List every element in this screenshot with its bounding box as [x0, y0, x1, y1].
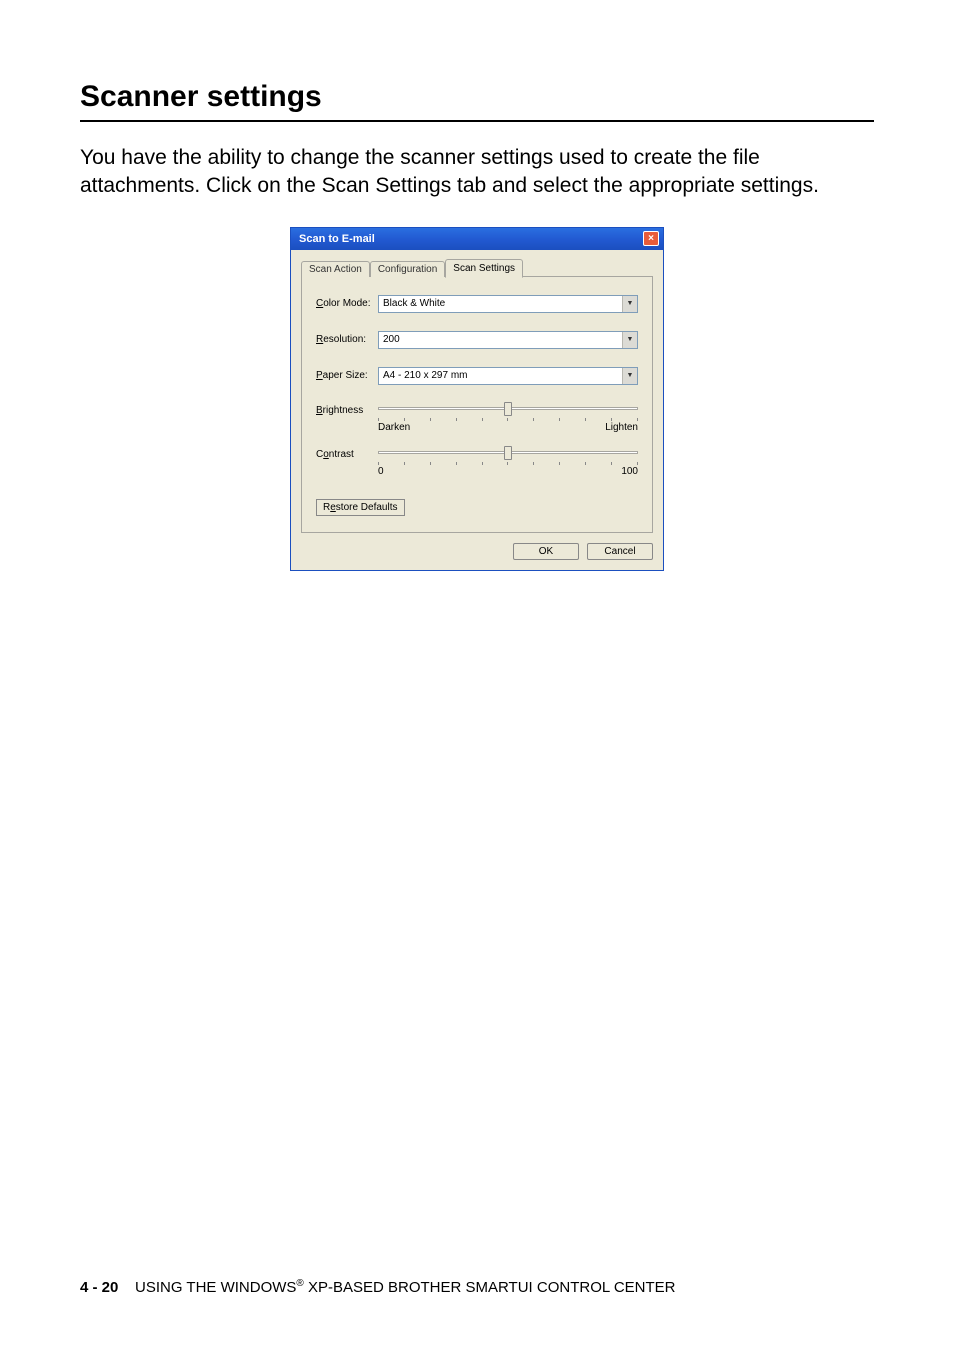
tab-strip: Scan Action Configuration Scan Settings [301, 259, 653, 277]
slider-ticks [378, 462, 638, 465]
brightness-max-label: Lighten [605, 422, 638, 433]
registered-mark: ® [296, 1278, 303, 1289]
contrast-slider[interactable] [378, 447, 638, 461]
resolution-value: 200 [383, 334, 400, 345]
contrast-label: Contrast [316, 447, 378, 477]
restore-defaults-button[interactable]: Restore Defaults [316, 499, 405, 516]
cancel-button[interactable]: Cancel [587, 543, 653, 560]
color-mode-select[interactable]: Black & White ▼ [378, 295, 638, 313]
section-heading: Scanner settings [80, 80, 874, 114]
body-paragraph: You have the ability to change the scann… [80, 144, 874, 201]
tab-panel-scan-settings: Color Mode: Black & White ▼ Resolution: … [301, 276, 653, 533]
contrast-max-label: 100 [621, 466, 638, 477]
brightness-min-label: Darken [378, 422, 410, 433]
tab-configuration[interactable]: Configuration [370, 261, 445, 277]
close-icon[interactable]: × [643, 231, 659, 246]
footer-text-before: USING THE WINDOWS [135, 1279, 296, 1296]
dialog-titlebar[interactable]: Scan to E-mail × [291, 228, 663, 250]
brightness-slider[interactable] [378, 403, 638, 417]
chevron-down-icon[interactable]: ▼ [622, 332, 637, 348]
chevron-down-icon[interactable]: ▼ [622, 368, 637, 384]
chevron-down-icon[interactable]: ▼ [622, 296, 637, 312]
color-mode-value: Black & White [383, 298, 445, 309]
resolution-select[interactable]: 200 ▼ [378, 331, 638, 349]
tab-scan-action[interactable]: Scan Action [301, 261, 370, 277]
slider-thumb[interactable] [504, 402, 512, 416]
page-number: 4 - 20 [80, 1279, 118, 1296]
dialog-title: Scan to E-mail [299, 233, 375, 245]
brightness-label: Brightness [316, 403, 378, 433]
paper-size-value: A4 - 210 x 297 mm [383, 370, 467, 381]
slider-thumb[interactable] [504, 446, 512, 460]
ok-button[interactable]: OK [513, 543, 579, 560]
paper-size-select[interactable]: A4 - 210 x 297 mm ▼ [378, 367, 638, 385]
contrast-min-label: 0 [378, 466, 384, 477]
resolution-label: Resolution: [316, 334, 378, 345]
footer-text-after: XP-BASED BROTHER SMARTUI CONTROL CENTER [304, 1279, 676, 1296]
slider-ticks [378, 418, 638, 421]
heading-rule [80, 120, 874, 122]
tab-scan-settings[interactable]: Scan Settings [445, 259, 523, 278]
paper-size-label: Paper Size: [316, 370, 378, 381]
page-footer: 4 - 20 USING THE WINDOWS® XP-BASED BROTH… [80, 1278, 874, 1296]
scan-settings-dialog: Scan to E-mail × Scan Action Configurati… [290, 227, 664, 571]
color-mode-label: Color Mode: [316, 298, 378, 309]
